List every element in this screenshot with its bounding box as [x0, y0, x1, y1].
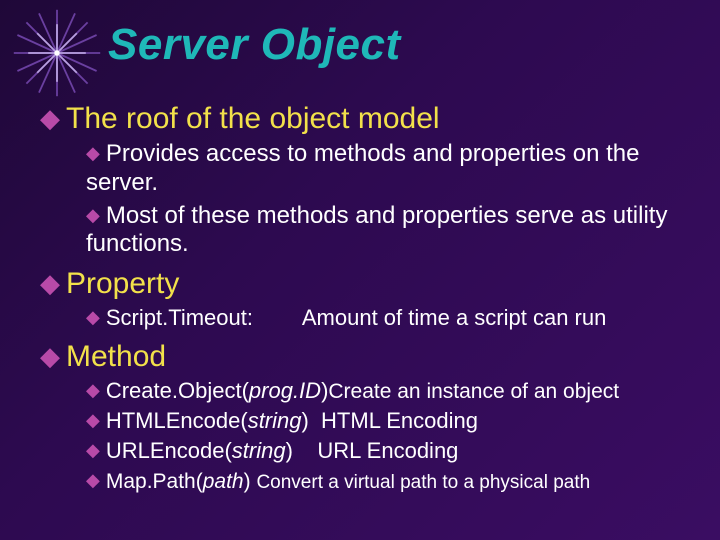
bullet-script-timeout: ◆ Script.Timeout: Amount of time a script… [86, 305, 690, 331]
map-path-name: Map.Path( [106, 470, 203, 493]
slide-title: Server Object [108, 20, 401, 70]
html-encode-close: ) [301, 408, 308, 433]
script-timeout-desc: Amount of time a script can run [302, 305, 606, 330]
script-timeout-name: Script.Timeout: [106, 305, 253, 330]
bullet-root: ◆The roof of the object model [40, 102, 690, 136]
html-encode-name: HTMLEncode( [106, 408, 248, 433]
bullet-root-label: The roof of the object model [66, 102, 440, 135]
diamond-icon: ◆ [40, 103, 60, 133]
bullet-create-object: ◆Create.Object(prog.ID)Create an instanc… [86, 378, 690, 404]
diamond-icon: ◆ [86, 205, 100, 225]
bullet-provides: ◆Provides access to methods and properti… [86, 140, 690, 198]
bullet-html-encode: ◆ HTMLEncode(string) HTML Encoding [86, 408, 690, 434]
diamond-icon: ◆ [40, 341, 60, 371]
bullet-utility: ◆Most of these methods and properties se… [86, 202, 690, 260]
create-object-name: Create.Object( [106, 378, 249, 403]
create-object-desc: Create an instance of an object [328, 380, 619, 403]
map-path-desc: Convert a virtual path to a physical pat… [256, 472, 590, 493]
url-encode-name: URLEncode( [106, 438, 232, 463]
bullet-map-path: ◆ Map.Path(path) Convert a virtual path t… [86, 469, 690, 495]
map-path-close: ) [244, 470, 251, 493]
diamond-icon: ◆ [86, 410, 100, 430]
bullet-method: ◆Method [40, 340, 690, 374]
starburst-icon [12, 8, 102, 98]
bullet-utility-text: Most of these methods and properties ser… [86, 202, 667, 258]
bullet-provides-text: Provides access to methods and propertie… [86, 140, 639, 196]
html-encode-desc: HTML Encoding [321, 408, 478, 433]
url-encode-arg: string [232, 438, 286, 463]
bullet-method-label: Method [66, 340, 166, 373]
html-encode-arg: string [248, 408, 302, 433]
map-path-arg: path [203, 470, 244, 493]
bullet-property-label: Property [66, 267, 179, 300]
create-object-arg: prog.ID [249, 378, 321, 403]
slide: Server Object ◆The roof of the object mo… [0, 0, 720, 540]
diamond-icon: ◆ [86, 470, 100, 490]
diamond-icon: ◆ [86, 440, 100, 460]
url-encode-close: ) [286, 438, 293, 463]
diamond-icon: ◆ [86, 307, 100, 327]
diamond-icon: ◆ [86, 143, 100, 163]
bullet-property: ◆Property [40, 267, 690, 301]
url-encode-desc: URL Encoding [317, 438, 458, 463]
bullet-url-encode: ◆ URLEncode(string) URL Encoding [86, 438, 690, 464]
diamond-icon: ◆ [40, 268, 60, 298]
diamond-icon: ◆ [86, 380, 100, 400]
slide-content: ◆The roof of the object model ◆Provides … [40, 94, 690, 495]
